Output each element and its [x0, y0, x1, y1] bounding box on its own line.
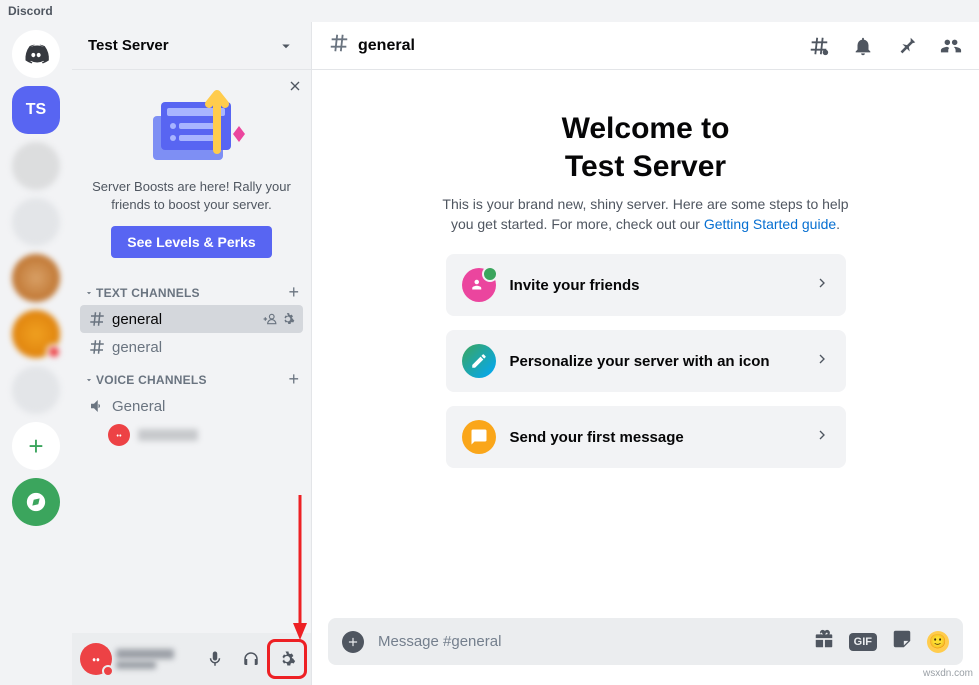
boost-illustration: [88, 86, 295, 166]
chevron-down-icon: [277, 37, 295, 55]
attach-button[interactable]: [342, 631, 364, 653]
channel-general-2[interactable]: general: [80, 333, 303, 361]
members-icon: [940, 35, 962, 57]
server-name: Test Server: [88, 37, 169, 54]
voice-channel-general[interactable]: General: [80, 392, 303, 420]
close-icon: [287, 78, 303, 94]
members-button[interactable]: [939, 34, 963, 58]
voice-user-name: [138, 429, 198, 441]
channel-title: general: [358, 37, 787, 55]
card-first-message[interactable]: Send your first message: [446, 406, 846, 468]
titlebar: Discord: [0, 0, 979, 22]
status-indicator: [102, 665, 114, 677]
add-voice-channel-button[interactable]: +: [288, 369, 299, 390]
welcome-screen: Welcome to Test Server This is your bran…: [312, 70, 979, 618]
user-avatar[interactable]: [80, 643, 112, 675]
user-info[interactable]: [116, 647, 195, 671]
user-settings-button[interactable]: [271, 643, 303, 675]
discord-logo-icon: [22, 40, 50, 68]
app-name: Discord: [8, 4, 53, 18]
boost-text: Server Boosts are here! Rally your frien…: [88, 178, 295, 214]
message-input[interactable]: [378, 633, 799, 650]
channel-sidebar: Test Server: [72, 22, 312, 685]
server-item[interactable]: [12, 310, 60, 358]
card-invite-friends[interactable]: Invite your friends: [446, 254, 846, 316]
welcome-title: Welcome to Test Server: [562, 110, 730, 185]
gif-button[interactable]: GIF: [849, 633, 877, 651]
category-text-channels[interactable]: TEXT CHANNELS +: [80, 274, 303, 305]
chat-icon: [462, 420, 496, 454]
pencil-icon: [462, 344, 496, 378]
welcome-desc: This is your brand new, shiny server. He…: [436, 195, 856, 234]
pinned-button[interactable]: [895, 34, 919, 58]
speaker-icon: [88, 397, 106, 415]
server-list: TS +: [0, 22, 72, 685]
mic-icon: [206, 650, 224, 668]
hash-icon: [328, 32, 350, 59]
home-button[interactable]: [12, 30, 60, 78]
message-composer: GIF 🙂: [312, 618, 979, 685]
sticker-icon: [891, 628, 913, 650]
channel-header: general: [312, 22, 979, 70]
server-test-server[interactable]: TS: [12, 86, 60, 134]
channel-list: TEXT CHANNELS + general general VOI: [72, 274, 311, 633]
sticker-button[interactable]: [891, 628, 913, 655]
boost-levels-button[interactable]: See Levels & Perks: [111, 226, 271, 258]
chevron-right-icon: [814, 275, 830, 296]
boost-close-button[interactable]: [287, 78, 303, 99]
avatar: [108, 424, 130, 446]
hash-icon: [88, 310, 106, 328]
headphones-icon: [242, 650, 260, 668]
server-item[interactable]: [12, 366, 60, 414]
boost-card: Server Boosts are here! Rally your frien…: [72, 70, 311, 274]
mute-button[interactable]: [199, 643, 231, 675]
add-server-button[interactable]: +: [12, 422, 60, 470]
chevron-down-icon: [84, 288, 94, 298]
server-item[interactable]: [12, 254, 60, 302]
explore-servers-button[interactable]: [12, 478, 60, 526]
chevron-down-icon: [84, 375, 94, 385]
user-panel: [72, 633, 311, 685]
watermark: wsxdn.com: [923, 668, 973, 679]
threads-button[interactable]: [807, 34, 831, 58]
plus-icon: [346, 635, 360, 649]
category-voice-channels[interactable]: VOICE CHANNELS +: [80, 361, 303, 392]
invite-icon: [462, 268, 496, 302]
chevron-right-icon: [814, 351, 830, 372]
add-text-channel-button[interactable]: +: [288, 282, 299, 303]
notification-dot: [46, 344, 62, 360]
threads-icon: [808, 35, 830, 57]
compass-icon: [25, 491, 47, 513]
server-header[interactable]: Test Server: [72, 22, 311, 70]
notifications-button[interactable]: [851, 34, 875, 58]
gear-icon[interactable]: [281, 312, 295, 326]
deafen-button[interactable]: [235, 643, 267, 675]
chevron-right-icon: [814, 427, 830, 448]
bell-icon: [852, 35, 874, 57]
pin-icon: [896, 35, 918, 57]
card-personalize-icon[interactable]: Personalize your server with an icon: [446, 330, 846, 392]
server-item[interactable]: [12, 198, 60, 246]
voice-user[interactable]: [80, 420, 303, 450]
invite-icon[interactable]: [263, 312, 277, 326]
emoji-button[interactable]: 🙂: [927, 631, 949, 653]
gift-button[interactable]: [813, 628, 835, 655]
gift-icon: [813, 628, 835, 650]
main-content: general Welcome to Test Server This is y…: [312, 22, 979, 685]
channel-general[interactable]: general: [80, 305, 303, 333]
hash-icon: [88, 338, 106, 356]
getting-started-link[interactable]: Getting Started guide: [704, 216, 836, 232]
gear-icon: [278, 650, 296, 668]
discord-logo-icon: [112, 428, 126, 442]
server-item[interactable]: [12, 142, 60, 190]
